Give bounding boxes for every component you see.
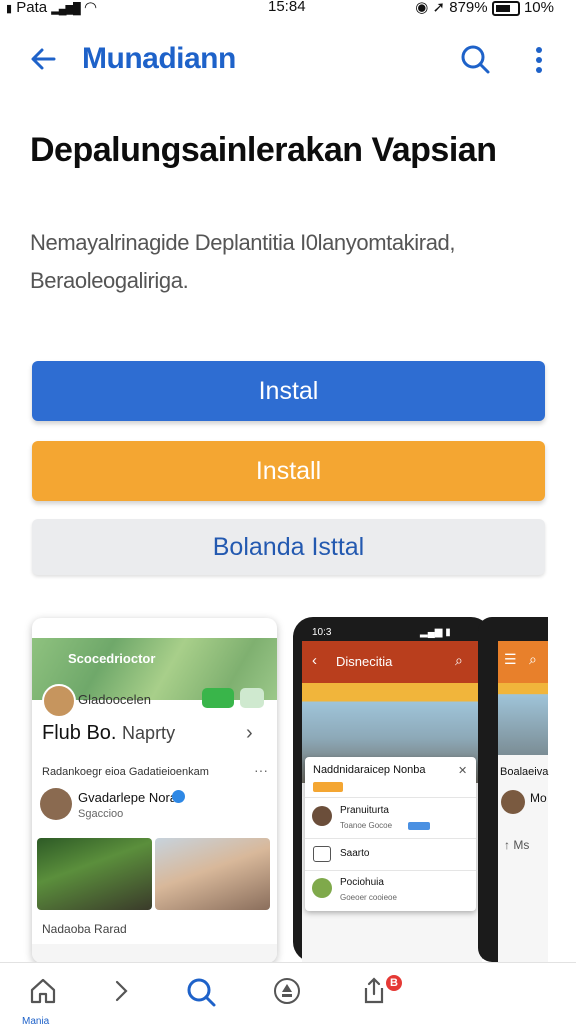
screenshot3-text-3: ↑ Ms	[504, 838, 530, 852]
app-bar: Munadiann	[0, 30, 576, 90]
screenshot1-post-name: Gvadarlepe Nora	[78, 790, 177, 805]
screenshot3-search-icon: ⌕	[529, 651, 537, 667]
screenshot3-menu-icon: ☰	[504, 651, 517, 667]
screenshot-preview-1[interactable]: Scocedrioctor Gladoocelen Flub Bo. Naprt…	[32, 618, 277, 963]
screenshot2-row1-title: Pranuiturta	[340, 805, 389, 816]
install-button-secondary[interactable]: Install	[32, 441, 545, 501]
screenshot2-title: Disnecitia	[336, 654, 393, 669]
nav-label-active: Mania	[22, 1016, 50, 1027]
location-icon[interactable]	[272, 976, 302, 1006]
screenshot1-chat-icon	[202, 688, 234, 708]
screenshot3-text-2: Mo	[530, 791, 547, 805]
battery-percent: 879%	[449, 0, 488, 16]
screenshot2-row3-title: Pociohuia	[340, 877, 384, 888]
battery-icon	[491, 0, 520, 16]
more-vert-icon[interactable]	[524, 44, 554, 78]
screenshot1-footer-bar	[32, 944, 277, 963]
chevron-right-icon: ›	[246, 722, 253, 744]
screenshot1-club-sub: Naprty	[122, 723, 176, 743]
notification-badge: B	[386, 975, 402, 991]
screenshot1-photo-1	[37, 838, 152, 910]
screenshot2-back-icon: ‹	[312, 652, 317, 669]
alarm-icon: ◉	[415, 0, 429, 16]
page-title: Depalungsainlerakan Vapsian	[30, 131, 497, 169]
screenshot2-row3-avatar	[312, 878, 332, 898]
screenshot3-text-1: Boalaeiva	[500, 766, 549, 778]
install-button-primary-label: Instal	[258, 376, 319, 405]
screenshot2-row3-sub: Goeoer cooieoe	[340, 893, 397, 902]
more-horiz-icon: ···	[254, 762, 268, 778]
divider	[305, 870, 476, 871]
screenshot1-post-sub: Sgaccioo	[78, 808, 124, 820]
back-arrow-icon[interactable]	[26, 42, 60, 76]
screenshot2-search-icon: ⌕	[455, 652, 463, 668]
screenshot2-sheet-title: Naddnidaraicep Nonba	[313, 764, 426, 776]
divider	[305, 838, 476, 839]
carrier-name: Pata	[16, 0, 48, 16]
install-button-tertiary[interactable]: Bolanda Isttal	[32, 519, 545, 575]
screenshot2-row2-icon	[313, 846, 331, 862]
screenshot1-club-title: Flub Bo. Naprty	[42, 722, 175, 745]
home-icon[interactable]	[28, 976, 58, 1006]
signal-dot-icon: ▮	[6, 3, 13, 15]
chevron-right-icon[interactable]	[106, 976, 136, 1006]
screenshot2-row1-avatar	[312, 806, 332, 826]
status-bar: ▮ Pata ▂▄▆█ ◠ 15:84 ◉ ➚ 879% 10%	[0, 0, 576, 18]
screenshot1-club-name: Flub Bo.	[42, 722, 117, 744]
install-button-primary[interactable]: Instal	[32, 361, 545, 421]
app-title: Munadiann	[82, 42, 236, 75]
screenshot3-text-3-label: Ms	[513, 838, 530, 852]
screenshot1-add-icon	[240, 688, 264, 708]
wifi-icon: ◠	[83, 0, 98, 16]
screenshot2-time: 10:3	[312, 627, 332, 638]
screenshot2-status-icons: ▂▄▆ ▮	[420, 627, 451, 638]
install-button-tertiary-label: Bolanda Isttal	[212, 532, 365, 561]
page-description: Nemayalrinagide Deplantitia I0lanyomtaki…	[30, 230, 456, 293]
status-left: ▮ Pata ▂▄▆█ ◠	[6, 0, 97, 16]
divider	[305, 797, 476, 798]
search-icon[interactable]	[185, 976, 217, 1008]
location-arrow-icon: ➚	[432, 0, 446, 16]
verified-icon	[172, 790, 185, 803]
screenshot1-status-bar	[32, 618, 277, 638]
screenshot1-profile-name: Gladoocelen	[78, 692, 151, 707]
status-time: 15:84	[268, 0, 306, 15]
screenshot2-row1-sub: Toanoe Gocoe	[340, 821, 393, 830]
screenshot3-photo	[498, 683, 548, 755]
screenshot1-post-avatar	[40, 788, 72, 820]
screenshot1-map-title: Scocedrioctor	[68, 651, 156, 666]
screenshot1-photo-2	[155, 838, 270, 910]
screenshot1-feed-title: Radankoegr eioa Gadatieioenkam	[42, 766, 209, 778]
close-icon: ✕	[458, 765, 468, 777]
screenshot1-footer: Nadaoba Rarad	[42, 922, 127, 936]
signal-icon: ▂▄▆█	[51, 3, 80, 15]
screenshot2-sheet-tag	[313, 782, 343, 792]
screenshot3-avatar	[501, 790, 525, 814]
screenshot2-row1-tag	[408, 822, 430, 830]
status-right: ◉ ➚ 879% 10%	[415, 0, 554, 16]
search-icon[interactable]	[458, 42, 492, 76]
screenshot2-row2-title: Saarto	[340, 848, 370, 859]
install-button-secondary-label: Install	[255, 456, 322, 485]
screenshot1-avatar	[42, 684, 76, 718]
battery-level: 10%	[523, 0, 554, 16]
